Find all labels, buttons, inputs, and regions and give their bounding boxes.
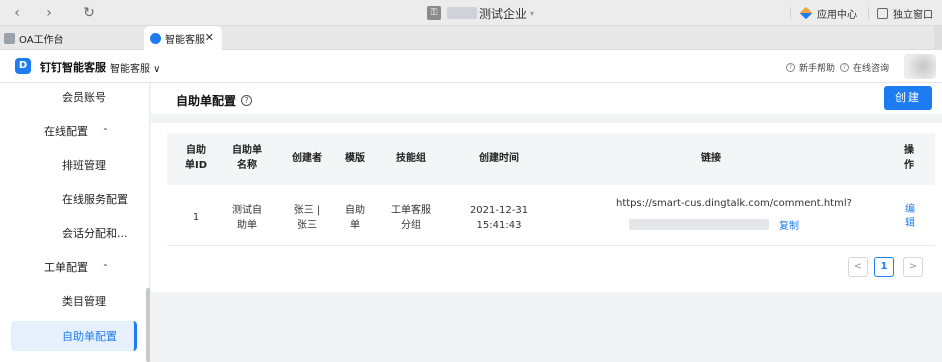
page-title: 自助单配置 ? [176, 92, 253, 109]
edit-button[interactable]: 编 辑 [905, 203, 915, 231]
forward-arrow-icon[interactable]: › [40, 4, 58, 22]
back-arrow-icon[interactable]: ‹ [8, 4, 26, 22]
sidebar-item-label: 会话分配和... [62, 227, 128, 240]
chevron-up-icon: ⌃ [102, 126, 109, 136]
independent-window-button[interactable]: 独立窗口 [877, 4, 933, 22]
cell-creator: 张三 | 张三 [293, 205, 321, 231]
col-header-template: 模版 [345, 153, 365, 164]
sidebar: 会员账号 在线配置 ⌃ 排班管理 在线服务配置 会话分配和... 工单配置 ⌃ … [0, 83, 150, 362]
col-header-name: 自助单 名称 [232, 145, 262, 171]
sidebar-item-session-assignment[interactable]: 会话分配和... [0, 219, 148, 247]
sidebar-item-label: 自助单配置 [62, 330, 117, 343]
help-label: 新手帮助 [799, 64, 836, 74]
sidebar-item-member-account[interactable]: 会员账号 [0, 83, 148, 111]
org-switcher[interactable]: ⚿ 测试企业 ▾ [427, 4, 534, 22]
sidebar-item-category-management[interactable]: 类目管理 [0, 287, 148, 315]
window-titlebar: ‹ › ↻ ⚿ 测试企业 ▾ 应用中心 独立窗口 [0, 0, 942, 26]
dingtalk-service-logo-icon: D [15, 58, 31, 74]
tab-scroll-handle[interactable] [934, 26, 942, 50]
org-name: 测试企业 [479, 6, 528, 21]
tab-oa-workbench[interactable]: OA工作台 [4, 26, 144, 50]
close-icon[interactable]: ✕ [205, 31, 214, 44]
sidebar-item-schedule[interactable]: 排班管理 [0, 151, 148, 179]
blurred-link-suffix [629, 219, 769, 230]
question-icon: ? [786, 63, 795, 72]
tab-label: 智能客服 [165, 34, 205, 46]
smart-service-icon [150, 32, 161, 44]
online-consult-link[interactable]: ? 在线咨询 [840, 61, 889, 74]
app-center-icon [799, 6, 813, 20]
col-header-actions: 操 作 [904, 145, 914, 171]
col-header-skill-group: 技能组 [396, 153, 426, 164]
question-icon: ? [840, 63, 849, 72]
cell-link-url: https://smart-cus.dingtalk.com/comment.h… [616, 198, 852, 209]
page-header: 自助单配置 ? 创建 [151, 83, 942, 114]
pagination-prev-button[interactable]: < [848, 257, 868, 277]
sidebar-item-label: 排班管理 [62, 159, 106, 172]
col-header-link: 链接 [701, 153, 721, 164]
tab-smart-service[interactable]: 智能客服 ✕ [144, 26, 222, 50]
consult-label: 在线咨询 [853, 64, 890, 74]
col-header-created-time: 创建时间 [479, 153, 519, 164]
app-header: D 钉钉智能客服 智能客服 ∨ ? 新手帮助 ? 在线咨询 [0, 50, 942, 83]
table-header [167, 133, 935, 185]
sidebar-group-label: 在线配置 [44, 125, 88, 138]
tab-label: OA工作台 [19, 34, 64, 46]
create-button[interactable]: 创建 [884, 86, 932, 110]
table-card: 自助 单ID 自助单 名称 创建者 模版 技能组 创建时间 链接 操 作 1 测… [151, 123, 942, 292]
org-chart-icon [4, 32, 15, 44]
sidebar-item-label: 会员账号 [62, 91, 106, 104]
blurred-org-prefix [447, 7, 477, 19]
tab-strip: OA工作台 智能客服 ✕ [0, 26, 942, 50]
app-center-button[interactable]: 应用中心 [799, 4, 857, 22]
avatar[interactable] [904, 54, 936, 79]
sidebar-item-label: 在线服务配置 [62, 193, 128, 206]
col-header-creator: 创建者 [292, 153, 322, 164]
divider [868, 7, 869, 19]
chevron-up-icon: ⌃ [102, 262, 109, 272]
app-center-label: 应用中心 [817, 9, 857, 21]
help-circle-icon[interactable]: ? [241, 95, 253, 106]
col-header-id: 自助 单ID [184, 145, 208, 171]
refresh-icon[interactable]: ↻ [80, 4, 98, 22]
beginner-help-link[interactable]: ? 新手帮助 [786, 61, 835, 74]
sidebar-scrollbar[interactable] [146, 288, 150, 362]
cell-id: 1 [192, 212, 200, 223]
sidebar-item-online-service-config[interactable]: 在线服务配置 [0, 185, 148, 213]
page-title-text: 自助单配置 [176, 94, 237, 108]
divider [790, 7, 791, 19]
org-icon: ⚿ [427, 6, 441, 20]
external-window-icon [877, 7, 888, 19]
product-switcher[interactable]: 智能客服 ∨ [110, 60, 161, 75]
sidebar-group-online-config[interactable]: 在线配置 ⌃ [0, 117, 148, 145]
cell-skill-group: 工单客服 分组 [391, 205, 431, 231]
cell-template: 自助 单 [345, 205, 365, 231]
cell-name: 测试自 助单 [232, 205, 262, 231]
sidebar-item-label: 类目管理 [62, 295, 106, 308]
sidebar-group-label: 工单配置 [44, 261, 88, 274]
pagination-page-1[interactable]: 1 [874, 257, 894, 277]
cell-created-time: 2021-12-31 15:41:43 [469, 205, 529, 231]
copy-link-button[interactable]: 复制 [779, 217, 799, 232]
sidebar-group-ticket-config[interactable]: 工单配置 ⌃ [0, 253, 148, 281]
app-name: 钉钉智能客服 [40, 61, 106, 74]
independent-window-label: 独立窗口 [893, 9, 933, 21]
chevron-down-icon: ▾ [530, 8, 535, 18]
pagination-next-button[interactable]: > [903, 257, 923, 277]
row-divider [167, 245, 935, 246]
sidebar-item-self-service-config[interactable]: 自助单配置 [11, 321, 137, 351]
